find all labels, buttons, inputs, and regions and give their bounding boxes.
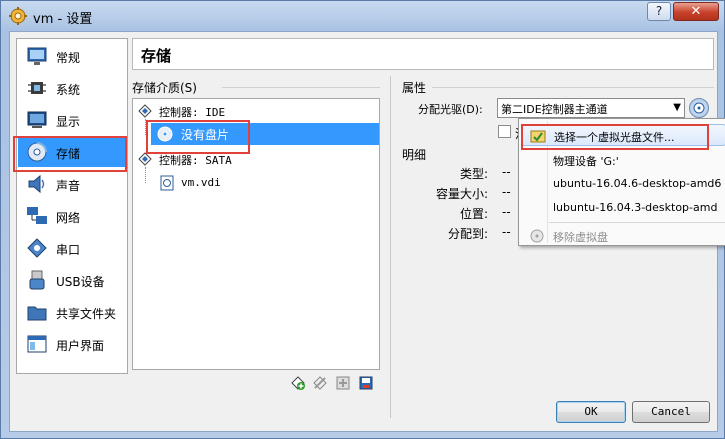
detail-attached-key: 分配到:: [447, 227, 488, 241]
annotation-highlight-storage: [13, 136, 127, 172]
detail-attached-value: --: [502, 225, 511, 239]
gear-icon: [9, 7, 27, 25]
live-cd-checkbox[interactable]: [498, 125, 511, 138]
eject-disc-icon: [530, 229, 544, 243]
annotation-highlight-empty-disc: [146, 120, 250, 154]
page-title: 存储: [141, 47, 172, 65]
add-attachment-icon[interactable]: [335, 375, 351, 391]
category-user-interface[interactable]: 用户界面: [18, 329, 126, 359]
chip-icon: [28, 82, 46, 94]
chevron-down-icon: ▼: [673, 102, 681, 113]
category-usb[interactable]: USB设备: [18, 265, 126, 295]
display-icon: [27, 111, 47, 128]
title-bar[interactable]: vm - 设置 ? ✕: [1, 1, 725, 31]
detail-type-value: --: [502, 165, 511, 179]
settings-window: vm - 设置 ? ✕ 常规 系统 显示 存储 声音 网络 串口 USB设备 共…: [0, 0, 725, 439]
serial-port-icon: [27, 238, 47, 258]
menu-separator: [549, 222, 725, 223]
category-network[interactable]: 网络: [18, 201, 126, 231]
menu-item-lubuntu-iso[interactable]: lubuntu-16.04.3-desktop-amd: [521, 197, 725, 219]
close-button[interactable]: ✕: [673, 2, 719, 21]
category-audio[interactable]: 声音: [18, 169, 126, 199]
detail-size-key: 容量大小:: [435, 187, 488, 201]
details-label: 明细: [402, 148, 427, 162]
cancel-button[interactable]: Cancel: [632, 401, 710, 423]
detail-location-key: 位置:: [459, 207, 488, 221]
hard-disk-icon: [160, 175, 174, 191]
page-header: 存储: [132, 38, 714, 70]
choose-disc-button[interactable]: [689, 98, 709, 118]
network-icon: [27, 207, 47, 224]
category-list: 常规 系统 显示 存储 声音 网络 串口 USB设备 共享文件夹 用户界面: [16, 38, 128, 374]
remove-attachment-icon[interactable]: [358, 375, 374, 391]
storage-media-label: 存储介质(S): [132, 81, 197, 95]
menu-item-physical-drive[interactable]: 物理设备 'G:': [521, 149, 725, 171]
window-title: vm - 设置: [33, 12, 93, 27]
menu-item-remove-disc[interactable]: 移除虚拟盘: [521, 225, 725, 247]
detail-type-key: 类型:: [459, 167, 488, 181]
monitor-icon: [27, 47, 47, 65]
drive-label: 分配光驱(D):: [418, 103, 483, 116]
user-interface-icon: [27, 335, 47, 353]
menu-item-ubuntu-iso[interactable]: ubuntu-16.04.6-desktop-amd6: [521, 173, 725, 195]
optical-drive-select[interactable]: 第二IDE控制器主通道 ▼: [497, 98, 685, 118]
controller-icon: [138, 104, 152, 118]
remove-controller-icon[interactable]: [312, 375, 328, 391]
help-button[interactable]: ?: [647, 2, 671, 21]
detail-location-value: --: [502, 205, 511, 219]
category-serial[interactable]: 串口: [18, 233, 126, 263]
section-divider: [222, 87, 380, 88]
speaker-icon: [28, 174, 45, 194]
detail-size-value: --: [502, 185, 511, 199]
usb-icon: [29, 270, 45, 290]
ok-button[interactable]: OK: [556, 401, 626, 423]
section-divider: [432, 87, 714, 88]
category-shared-folders[interactable]: 共享文件夹: [18, 297, 126, 327]
add-controller-icon[interactable]: [290, 375, 306, 391]
tree-line: [145, 167, 146, 183]
folder-icon: [27, 306, 47, 321]
category-display[interactable]: 显示: [18, 105, 126, 135]
dialog-body: 常规 系统 显示 存储 声音 网络 串口 USB设备 共享文件夹 用户界面 存储…: [9, 31, 725, 432]
category-general[interactable]: 常规: [18, 41, 126, 71]
annotation-highlight-menu-item: [521, 124, 709, 150]
attributes-label: 属性: [402, 81, 427, 95]
panel-splitter[interactable]: [390, 76, 391, 418]
category-system[interactable]: 系统: [18, 73, 126, 103]
disc-icon: [693, 102, 705, 114]
